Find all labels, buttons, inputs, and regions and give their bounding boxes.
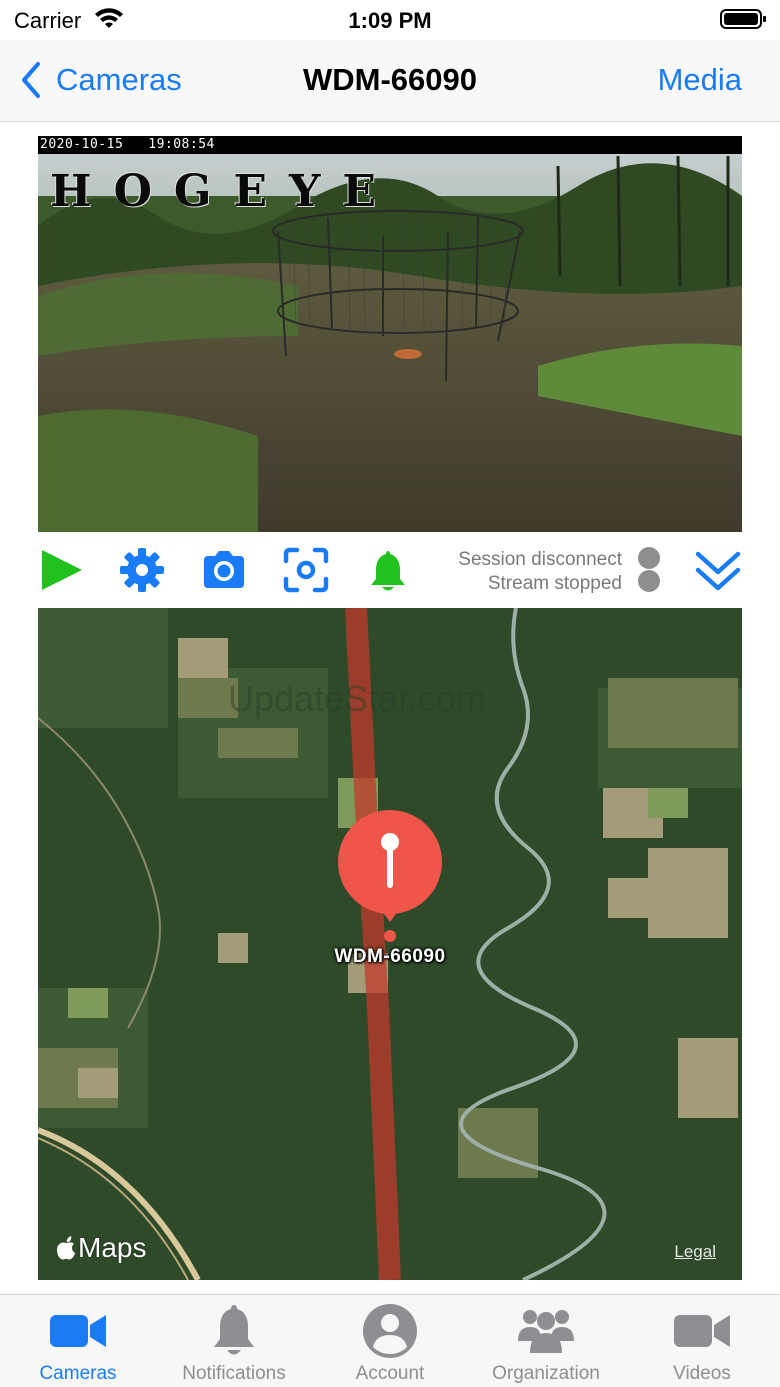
double-chevron-down-icon[interactable] xyxy=(694,546,742,594)
maps-label: Maps xyxy=(78,1232,147,1263)
map-watermark: UpdateStar.com xyxy=(228,678,487,719)
tab-notifications[interactable]: Notifications xyxy=(156,1295,312,1387)
video-camera-icon xyxy=(50,1315,106,1347)
tab-account[interactable]: Account xyxy=(312,1295,468,1387)
bell-icon xyxy=(214,1305,254,1355)
tab-label: Account xyxy=(355,1363,425,1384)
hogeye-logo: HOGEYE xyxy=(50,166,398,217)
media-button[interactable]: Media xyxy=(658,62,742,98)
camera-timestamp-bar: 2020-10-15 19:08:54 xyxy=(38,136,742,154)
camera-controls: Session disconnect Stream stopped xyxy=(38,532,742,608)
camera-timestamp: 2020-10-15 19:08:54 xyxy=(40,137,215,152)
tab-label: Cameras xyxy=(39,1363,117,1384)
focus-icon[interactable] xyxy=(282,546,330,594)
status-bar: Carrier 1:09 PM xyxy=(0,0,780,40)
chevron-left-icon xyxy=(22,62,40,98)
pin-label: WDM-66090 xyxy=(334,946,446,967)
bell-icon[interactable] xyxy=(364,546,412,594)
tab-videos[interactable]: Videos xyxy=(624,1295,780,1387)
maps-logo: Maps xyxy=(56,1232,146,1264)
stream-status: Stream stopped xyxy=(487,573,622,594)
tab-label: Organization xyxy=(492,1363,600,1384)
tab-label: Notifications xyxy=(182,1363,286,1384)
tab-organization[interactable]: Organization xyxy=(468,1295,624,1387)
back-label: Cameras xyxy=(56,62,182,97)
camera-live-view[interactable]: 2020-10-15 19:08:54 HOGEYE xyxy=(38,136,742,532)
video-camera-icon xyxy=(674,1315,730,1347)
session-status: Session disconnect xyxy=(458,549,622,570)
camera-icon[interactable] xyxy=(200,546,248,594)
status-time: 1:09 PM xyxy=(348,8,432,33)
legal-link[interactable]: Legal xyxy=(674,1242,716,1262)
gear-icon[interactable] xyxy=(118,546,166,594)
location-pin-icon[interactable] xyxy=(338,810,442,960)
satellite-map[interactable]: UpdateStar.com WDM-66090 Maps Legal xyxy=(38,608,742,1280)
tab-bar: Cameras Notifications Account Organizati… xyxy=(0,1294,780,1387)
back-button[interactable]: Cameras xyxy=(20,58,182,102)
tab-label: Videos xyxy=(673,1363,731,1384)
play-icon[interactable] xyxy=(38,546,86,594)
session-status-indicator xyxy=(638,547,660,569)
apple-icon xyxy=(57,1236,75,1260)
people-group-icon xyxy=(518,1310,574,1353)
stream-status-indicator xyxy=(638,570,660,592)
person-circle-icon xyxy=(363,1304,417,1358)
session-status-text: Session disconnect Stream stopped xyxy=(458,548,622,596)
tab-cameras[interactable]: Cameras xyxy=(0,1295,156,1387)
battery-icon xyxy=(720,9,766,29)
navigation-bar: Cameras WDM-66090 Media xyxy=(0,40,780,122)
